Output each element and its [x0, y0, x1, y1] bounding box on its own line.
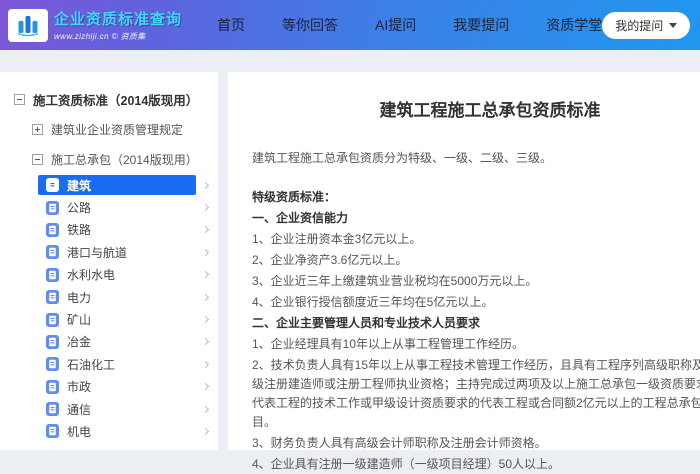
- document-icon: [46, 290, 59, 305]
- logo-building-icon: [8, 8, 48, 42]
- tree-group-management-rules[interactable]: 建筑业企业资质管理规定: [0, 114, 218, 144]
- chevron-right-icon: [201, 271, 210, 279]
- doc-item: 2、技术负责人具有15年以上从事工程技术管理工作经历，且具有工程序列高级职称及一…: [252, 358, 700, 429]
- document-icon: [46, 379, 59, 394]
- doc-item: 4、企业具有注册一级建造师（一级项目经理）50人以上。: [252, 457, 561, 471]
- chevron-right-icon: [201, 248, 210, 256]
- doc-item: 1、企业经理具有10年以上从事工程管理工作经历。: [252, 337, 525, 351]
- my-questions-button[interactable]: 我的提问: [602, 11, 691, 39]
- doc-heading-personnel-requirements: 二、企业主要管理人员和专业技术人员要求: [252, 316, 481, 330]
- tree-group-label: 建筑业企业资质管理规定: [51, 122, 184, 137]
- site-logo[interactable]: 企业资质标准查询 www.zizhiji.cn © 资质集: [8, 8, 182, 42]
- caret-down-icon: [669, 22, 678, 28]
- chevron-right-icon: [201, 204, 210, 212]
- collapse-minus-icon[interactable]: [32, 153, 43, 165]
- nav-ai-question[interactable]: AI提问: [375, 15, 416, 35]
- expand-plus-icon[interactable]: [32, 123, 43, 135]
- chevron-right-icon: [201, 383, 210, 391]
- chevron-right-icon: [201, 427, 210, 436]
- sidebar-item-highway[interactable]: 公路: [38, 196, 210, 218]
- sidebar-item-railway[interactable]: 铁路: [38, 219, 210, 241]
- sidebar-item-mining[interactable]: 矿山: [38, 308, 210, 330]
- doc-intro: 建筑工程施工总承包资质分为特级、一级、二级、三级。: [252, 151, 553, 165]
- collapse-minus-icon[interactable]: [14, 93, 25, 105]
- chevron-right-icon: [201, 293, 210, 301]
- chevron-right-icon: [201, 181, 210, 189]
- document-icon: [46, 402, 59, 417]
- document-icon: [46, 178, 59, 193]
- chevron-right-icon: [201, 360, 210, 368]
- nav-waiting-answers[interactable]: 等你回答: [282, 15, 338, 35]
- document-icon: [46, 424, 59, 439]
- nav-qualification-school[interactable]: 资质学堂: [546, 15, 602, 35]
- doc-item: 3、财务负责人具有高级会计师职称及注册会计师资格。: [252, 436, 547, 450]
- page-title: 建筑工程施工总承包资质标准: [379, 101, 601, 120]
- chevron-right-icon: [201, 405, 210, 413]
- chevron-right-icon: [201, 338, 210, 346]
- tree-group-label: 施工总承包（2014版现用）: [51, 152, 198, 167]
- tree-group-general-contracting[interactable]: 施工总承包（2014版现用）: [0, 144, 218, 174]
- nav-home[interactable]: 首页: [217, 15, 245, 35]
- sidebar-tree: 施工资质标准（2014版现用） 建筑业企业资质管理规定 施工总承包（2014版现…: [0, 72, 218, 450]
- logo-text-block: 企业资质标准查询 www.zizhiji.cn © 资质集: [54, 8, 182, 42]
- nav-ask-question[interactable]: 我要提问: [453, 15, 509, 35]
- document-icon: [46, 267, 59, 282]
- tree-root-construction-standards[interactable]: 施工资质标准（2014版现用）: [0, 84, 218, 114]
- top-header: 企业资质标准查询 www.zizhiji.cn © 资质集 首页 等你回答 AI…: [0, 0, 700, 50]
- doc-item: 4、企业银行授信额度近三年均在5亿元以上。: [252, 295, 494, 309]
- document-icon: [46, 200, 59, 215]
- sidebar-item-petrochemical[interactable]: 石油化工: [38, 353, 210, 375]
- sidebar-item-communication[interactable]: 通信: [38, 398, 210, 420]
- document-icon: [46, 222, 59, 237]
- chevron-right-icon: [201, 315, 210, 324]
- sidebar-item-building[interactable]: 建筑: [38, 174, 210, 196]
- site-subtitle: www.zizhiji.cn © 资质集: [54, 32, 146, 41]
- header-right-section: 我的提问 请登录: [602, 11, 700, 39]
- document-icon: [46, 357, 59, 372]
- content-area: 施工资质标准（2014版现用） 建筑业企业资质管理规定 施工总承包（2014版现…: [0, 72, 700, 471]
- document-icon: [46, 334, 59, 349]
- doc-item: 2、企业净资产3.6亿元以上。: [252, 253, 408, 267]
- doc-item: 1、企业注册资本金3亿元以上。: [252, 232, 422, 246]
- chevron-right-icon: [201, 226, 210, 234]
- sidebar-item-metallurgy[interactable]: 冶金: [38, 331, 210, 353]
- sidebar-item-water-conservancy[interactable]: 水利水电: [38, 264, 210, 286]
- sidebar-item-municipal[interactable]: 市政: [38, 376, 210, 398]
- main-panel: 建筑工程施工总承包资质标准 建筑工程施工总承包资质分为特级、一级、二级、三级。 …: [228, 72, 700, 471]
- doc-heading-credit-ability: 一、企业资信能力: [252, 211, 349, 225]
- sidebar-item-electric-power[interactable]: 电力: [38, 286, 210, 308]
- tree-root-label: 施工资质标准（2014版现用）: [33, 93, 199, 108]
- document-body: 建筑工程施工总承包资质分为特级、一级、二级、三级。 特级资质标准： 一、企业资信…: [252, 149, 700, 474]
- document-icon: [46, 245, 59, 260]
- sidebar-item-port-waterway[interactable]: 港口与航道: [38, 241, 210, 263]
- site-title: 企业资质标准查询: [54, 11, 183, 28]
- document-icon: [46, 312, 59, 327]
- my-questions-label: 我的提问: [615, 18, 664, 33]
- main-nav: 首页 等你回答 AI提问 我要提问 资质学堂: [217, 15, 602, 35]
- sidebar-item-electromechanical[interactable]: 机电: [38, 420, 210, 442]
- doc-heading-special-grade: 特级资质标准：: [252, 190, 337, 204]
- doc-item: 3、企业近三年上缴建筑业营业税均在5000万元以上。: [252, 274, 538, 288]
